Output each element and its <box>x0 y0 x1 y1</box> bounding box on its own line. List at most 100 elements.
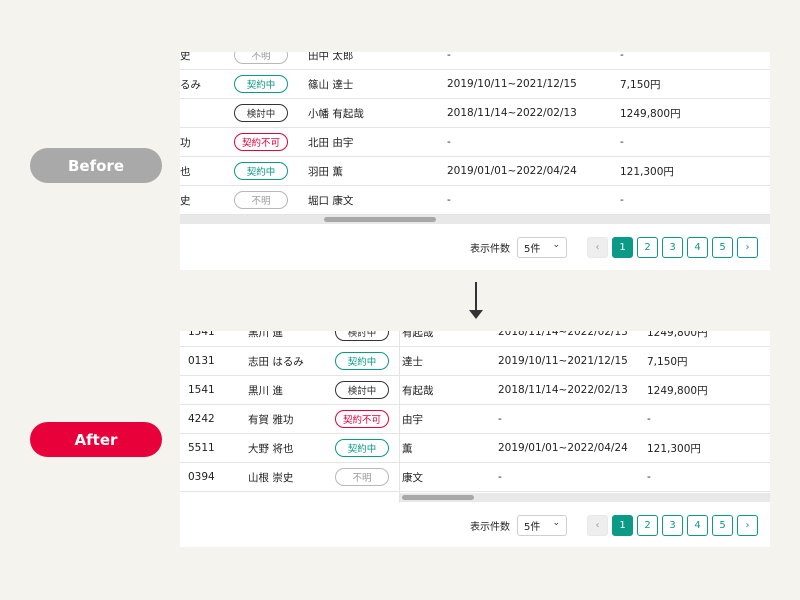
table-row: るみ 契約中 篠山 達士 2019/10/11~2021/12/15 7,150円 <box>180 70 770 99</box>
period-cell: 2019/10/11~2021/12/15 <box>447 78 577 90</box>
name-cell: 大野 将也 <box>248 442 294 455</box>
table-row: 史 不明 堀口 康文 - - <box>180 186 770 215</box>
name-cell: 山根 崇史 <box>248 471 294 484</box>
period-cell: - <box>447 136 451 148</box>
prev-page-button[interactable]: ‹ <box>587 236 608 258</box>
page-size-select[interactable]: 5件 ⌄ <box>517 514 567 536</box>
amount-cell: 1249,800円 <box>647 331 708 339</box>
status-badge: 不明 <box>335 468 389 486</box>
status-badge: 不明 <box>234 52 288 64</box>
chevron-down-icon: ⌄ <box>552 517 560 528</box>
after-label: After <box>30 422 162 457</box>
contact-cell: 羽田 薫 <box>308 165 343 178</box>
page-size-select[interactable]: 5件 ⌄ <box>517 236 567 258</box>
amount-cell: - <box>620 52 624 61</box>
chevron-down-icon: ⌄ <box>552 239 560 250</box>
sticky-column-divider <box>399 331 400 503</box>
name-cell: 功 <box>180 136 191 149</box>
status-badge: 検討中 <box>335 331 389 341</box>
page-button-1[interactable]: 1 <box>612 514 633 536</box>
contact-cell: 有起哉 <box>402 331 434 339</box>
page-button-4[interactable]: 4 <box>687 236 708 258</box>
after-table-panel: 1541 黒川 進検討中 有起哉 2018/11/14~2022/02/13 1249,… <box>180 331 770 547</box>
amount-cell: - <box>620 194 624 206</box>
status-badge: 契約不可 <box>335 410 389 428</box>
contact-cell: 薫 <box>402 442 413 455</box>
scrollbar-thumb[interactable] <box>324 217 436 222</box>
id-cell: 1541 <box>188 331 215 338</box>
id-cell: 0394 <box>188 471 215 483</box>
page-size-label: 表示件数 <box>470 243 510 255</box>
table-row: 0131 志田 はるみ 契約中 達士 2019/10/11~2021/12/15 7,15… <box>180 347 770 376</box>
amount-cell: 121,300円 <box>647 442 701 455</box>
next-page-button[interactable]: › <box>737 514 758 536</box>
period-cell: - <box>447 194 451 206</box>
id-cell: 5511 <box>188 442 215 454</box>
page-button-2[interactable]: 2 <box>637 236 658 258</box>
status-badge: 契約中 <box>234 162 288 180</box>
name-cell: 史 <box>180 194 191 207</box>
period-cell: 2019/10/11~2021/12/15 <box>498 355 628 367</box>
period-cell: - <box>498 413 502 425</box>
page-button-2[interactable]: 2 <box>637 514 658 536</box>
contact-cell: 達士 <box>402 355 423 368</box>
contact-cell: 有起哉 <box>402 384 434 397</box>
down-arrow-icon <box>469 310 483 319</box>
prev-page-button[interactable]: ‹ <box>587 514 608 536</box>
down-arrow-line <box>475 282 477 312</box>
page-button-3[interactable]: 3 <box>662 514 683 536</box>
contact-cell: 北田 由宇 <box>308 136 354 149</box>
period-cell: - <box>498 471 502 483</box>
period-cell: 2019/01/01~2022/04/24 <box>447 165 577 177</box>
contact-cell: 堀口 康文 <box>308 194 354 207</box>
next-page-button[interactable]: › <box>737 236 758 258</box>
table-row: 史 不明 田中 太郎 - - <box>180 52 770 70</box>
period-cell: 2019/01/01~2022/04/24 <box>498 442 628 454</box>
id-cell: 4242 <box>188 413 215 425</box>
status-badge: 契約中 <box>335 352 389 370</box>
status-badge: 検討中 <box>335 381 389 399</box>
pagination: 表示件数 5件 ⌄ ‹ 1 2 3 4 5 › <box>470 236 762 258</box>
table-row: 也 契約中 羽田 薫 2019/01/01~2022/04/24 121,300円 <box>180 157 770 186</box>
page-button-4[interactable]: 4 <box>687 514 708 536</box>
page-size-value: 5件 <box>524 521 541 533</box>
page-size-label: 表示件数 <box>470 521 510 533</box>
status-badge: 不明 <box>234 191 288 209</box>
page-button-5[interactable]: 5 <box>712 514 733 536</box>
amount-cell: 7,150円 <box>620 78 661 91</box>
period-cell: 2018/11/14~2022/02/13 <box>498 331 628 338</box>
period-cell: 2018/11/14~2022/02/13 <box>498 384 628 396</box>
name-cell: 史 <box>180 52 191 62</box>
period-cell: 2018/11/14~2022/02/13 <box>447 107 577 119</box>
name-cell: 志田 はるみ <box>248 355 304 368</box>
id-cell: 1541 <box>188 384 215 396</box>
page-button-1[interactable]: 1 <box>612 236 633 258</box>
name-cell: 也 <box>180 165 191 178</box>
page-button-3[interactable]: 3 <box>662 236 683 258</box>
scrollbar-thumb[interactable] <box>402 495 474 500</box>
name-cell: るみ <box>180 78 201 91</box>
amount-cell: - <box>620 136 624 148</box>
horizontal-scrollbar[interactable] <box>400 493 770 502</box>
table-row: 功 契約不可 北田 由宇 - - <box>180 128 770 157</box>
amount-cell: 121,300円 <box>620 165 674 178</box>
name-cell: 有賀 雅功 <box>248 413 294 426</box>
amount-cell: - <box>647 471 651 483</box>
page-button-5[interactable]: 5 <box>712 236 733 258</box>
status-badge: 検討中 <box>234 104 288 122</box>
before-label: Before <box>30 148 162 183</box>
table-row: 5511 大野 将也 契約中薫 2019/01/01~2022/04/24 121,30… <box>180 434 770 463</box>
amount-cell: 7,150円 <box>647 355 688 368</box>
table-row: 0394 山根 崇史 不明 康文 - - <box>180 463 770 492</box>
contact-cell: 康文 <box>402 471 423 484</box>
amount-cell: 1249,800円 <box>620 107 681 120</box>
amount-cell: - <box>647 413 651 425</box>
contact-cell: 篠山 達士 <box>308 78 354 91</box>
amount-cell: 1249,800円 <box>647 384 708 397</box>
name-cell: 黒川 進 <box>248 331 283 339</box>
contact-cell: 小幡 有起哉 <box>308 107 364 120</box>
table-row: 1541 黒川 進 検討中 有起哉 2018/11/14~2022/02/13 1249,… <box>180 376 770 405</box>
table-row: 検討中 小幡 有起哉 2018/11/14~2022/02/13 1249,800円 <box>180 99 770 128</box>
period-cell: - <box>447 52 451 61</box>
horizontal-scrollbar[interactable] <box>180 215 770 224</box>
